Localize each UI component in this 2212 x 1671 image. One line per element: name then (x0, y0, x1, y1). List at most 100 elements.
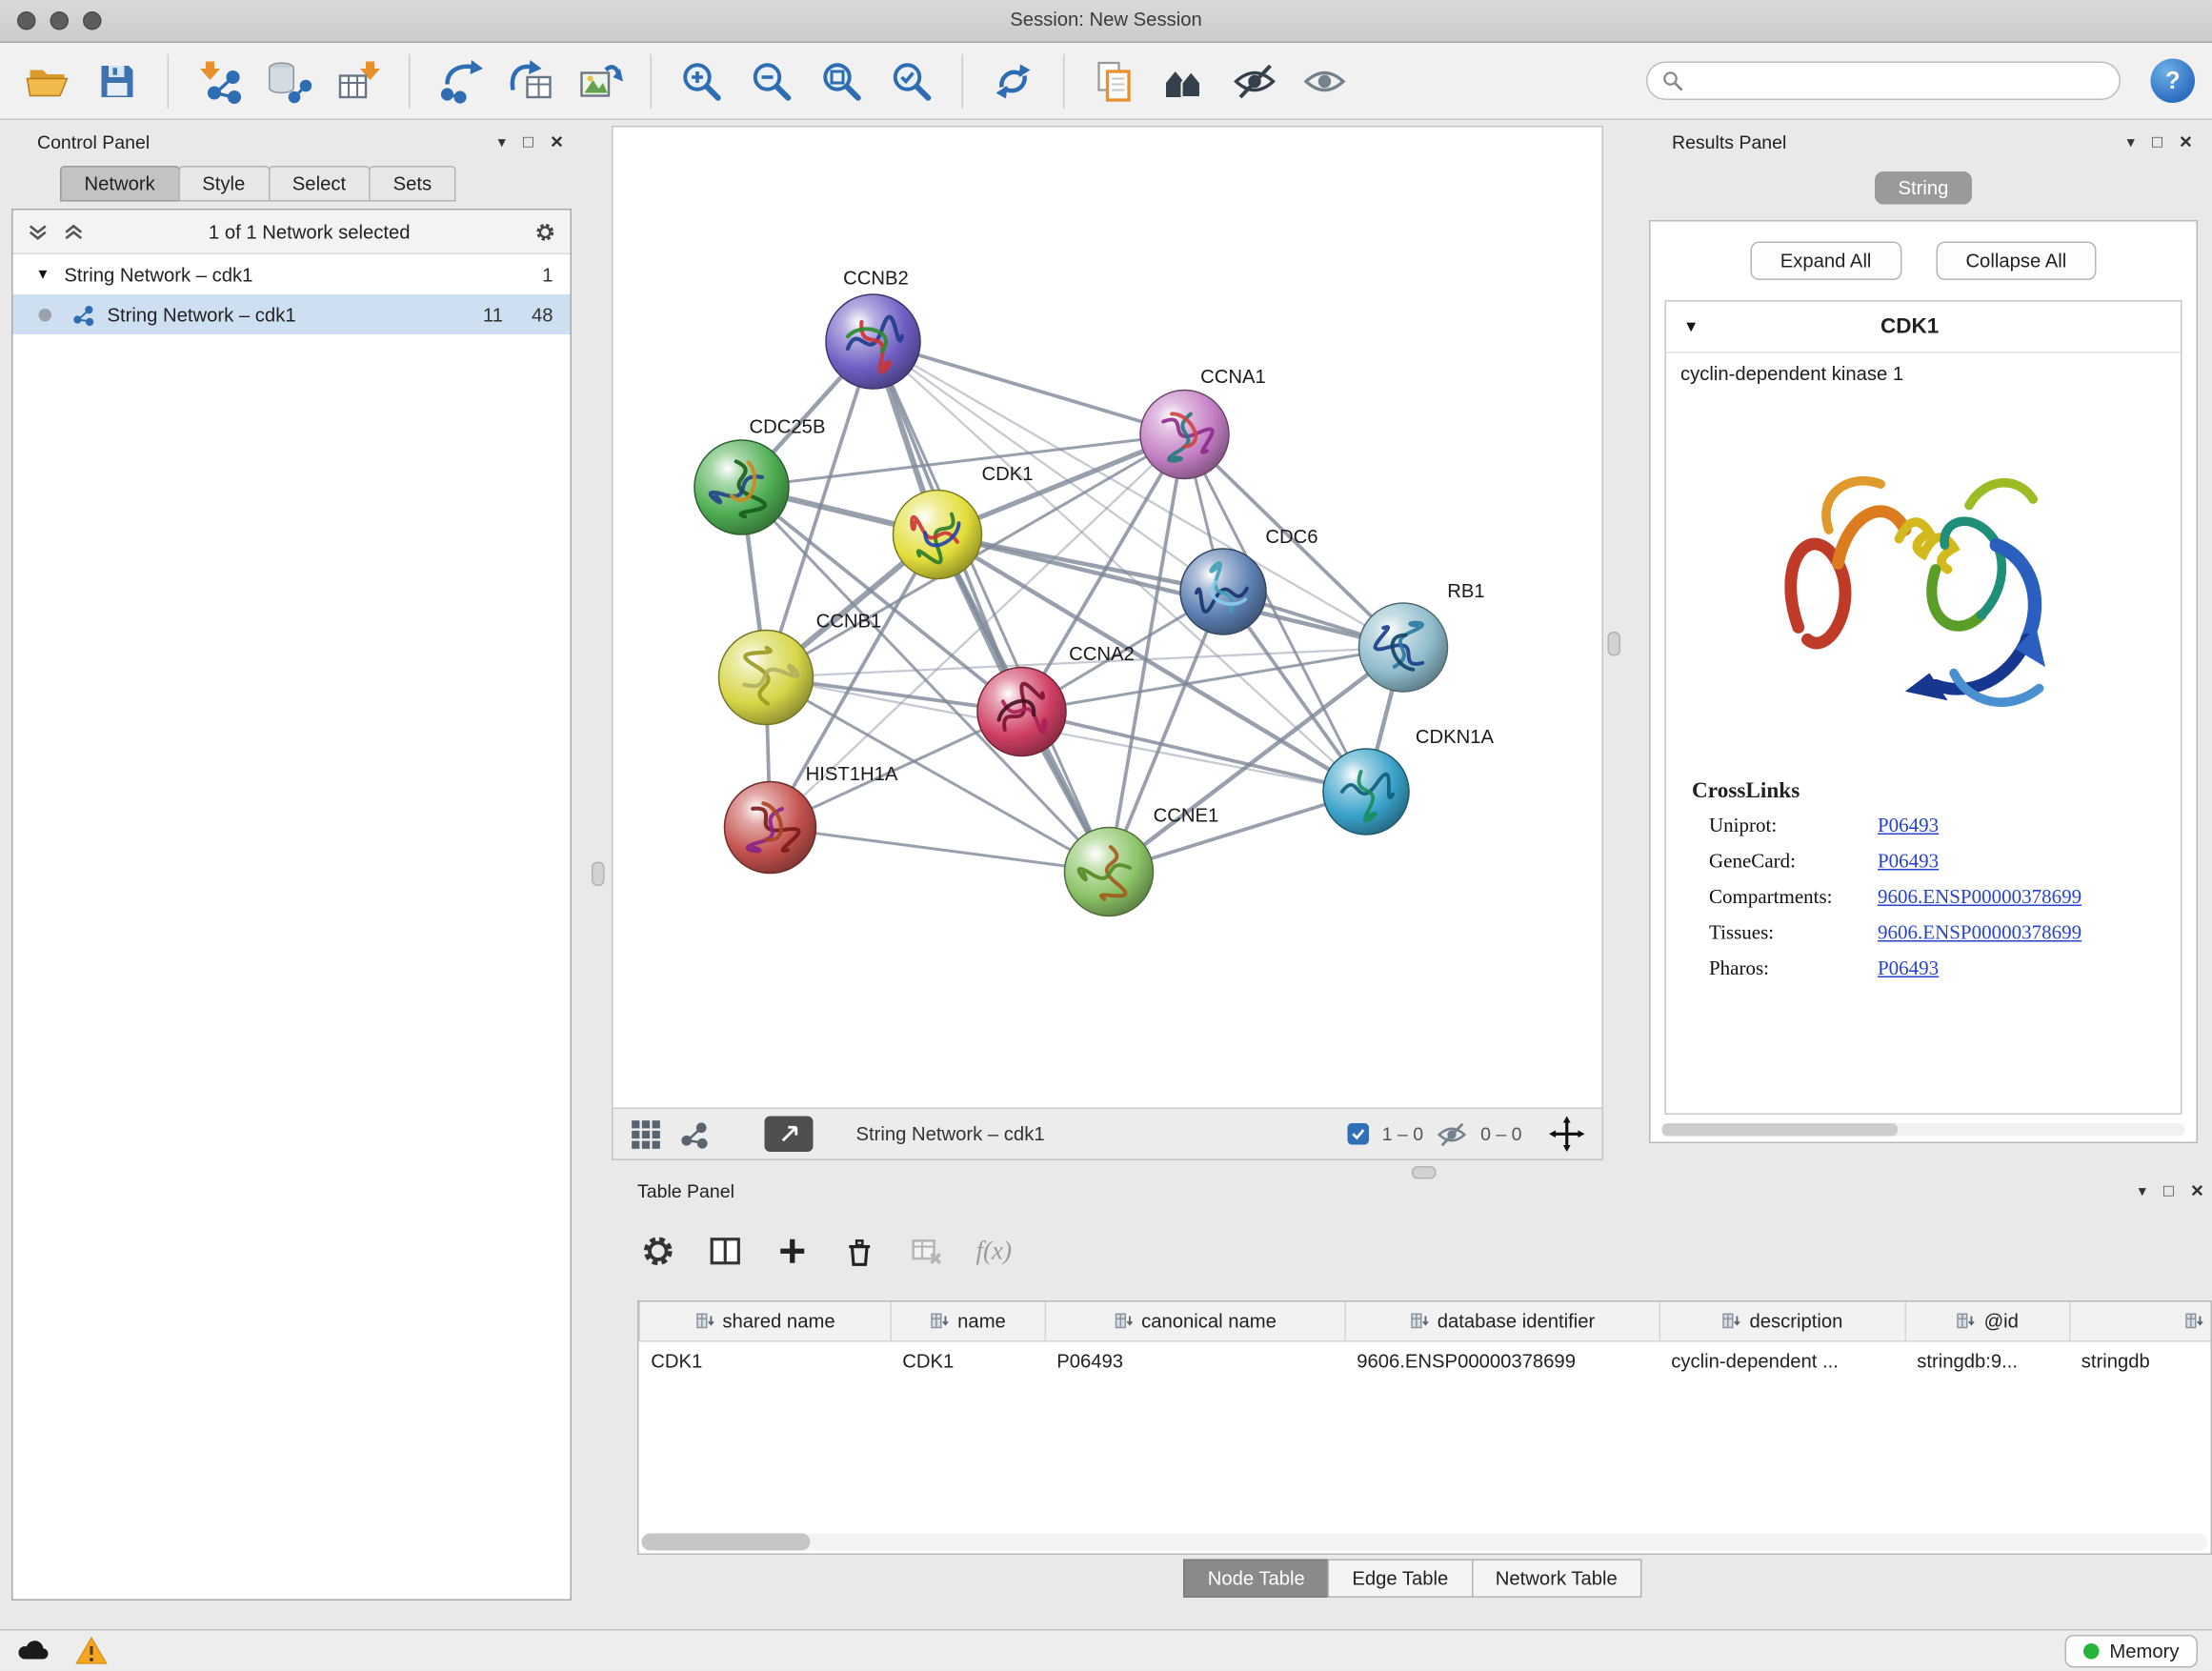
network-node-CCNB2[interactable] (826, 294, 920, 389)
zoom-fit-button[interactable] (812, 50, 872, 111)
close-panel-icon[interactable]: × (2191, 1178, 2203, 1203)
left-splitter-handle[interactable] (592, 862, 605, 887)
float-window-icon[interactable]: □ (523, 131, 533, 151)
network-node-CDKN1A[interactable] (1323, 749, 1409, 835)
toolbar-search[interactable] (1646, 62, 2121, 101)
column-header[interactable]: canonical name (1045, 1302, 1345, 1341)
bottom-splitter-handle[interactable] (1412, 1166, 1437, 1179)
cloud-icon[interactable] (14, 1634, 49, 1668)
tab-sets[interactable]: Sets (369, 166, 456, 202)
column-header[interactable]: shared name (639, 1302, 891, 1341)
cell-namespace[interactable]: stringdb (2070, 1341, 2212, 1380)
network-node-CCNB1[interactable] (719, 631, 814, 725)
expand-all-icon[interactable] (63, 221, 85, 243)
network-node-CCNA1[interactable] (1140, 391, 1229, 479)
column-header[interactable]: name (891, 1302, 1045, 1341)
string-tab-badge[interactable]: String (1876, 171, 1972, 205)
cell-database-identifier[interactable]: 9606.ENSP00000378699 (1345, 1341, 1659, 1380)
new-network-from-selection-button[interactable] (431, 50, 491, 111)
import-network-file-button[interactable] (189, 50, 249, 111)
memory-button[interactable]: Memory (2065, 1635, 2198, 1668)
export-image-button[interactable] (571, 50, 631, 111)
close-panel-icon[interactable]: × (551, 130, 563, 154)
column-header[interactable]: namespace (2070, 1302, 2212, 1341)
pan-crosshair-icon[interactable] (1549, 1117, 1585, 1153)
network-node-RB1[interactable] (1359, 603, 1448, 692)
tab-network-table[interactable]: Network Table (1471, 1560, 1641, 1599)
network-edge[interactable] (1022, 712, 1367, 792)
cell-shared-name[interactable]: CDK1 (639, 1341, 891, 1380)
delete-column-trash-icon[interactable] (842, 1233, 878, 1269)
pharos-link[interactable]: P06493 (1878, 959, 1939, 982)
network-node-CDC25B[interactable] (694, 440, 789, 534)
network-canvas[interactable]: CCNB2CCNA1CDC25BCDK1CDC6RB1CCNB1CCNA2CDK… (613, 128, 1602, 1108)
tab-network[interactable]: Network (60, 166, 179, 202)
warning-icon[interactable] (74, 1634, 109, 1668)
zoom-in-button[interactable] (672, 50, 732, 111)
column-header[interactable]: @id (1905, 1302, 2070, 1341)
collapse-all-icon[interactable] (28, 221, 50, 243)
tissues-link[interactable]: 9606.ENSP00000378699 (1878, 923, 2081, 946)
network-node-CCNE1[interactable] (1065, 828, 1154, 916)
right-splitter-handle[interactable] (1608, 632, 1621, 656)
gene-disclosure-icon[interactable]: ▼ (1683, 318, 1699, 335)
save-session-button[interactable] (88, 50, 148, 111)
new-table-from-network-button[interactable] (500, 50, 560, 111)
tab-select[interactable]: Select (268, 166, 370, 202)
table-settings-gear-icon[interactable] (640, 1233, 676, 1269)
open-session-button[interactable] (17, 50, 77, 111)
import-network-database-button[interactable] (259, 50, 319, 111)
network-node-HIST1H1A[interactable] (725, 782, 816, 874)
tab-node-table[interactable]: Node Table (1183, 1560, 1329, 1599)
cell-name[interactable]: CDK1 (891, 1341, 1045, 1380)
grid-view-icon[interactable] (631, 1118, 662, 1150)
import-table-button[interactable] (329, 50, 389, 111)
network-node-CCNA2[interactable] (977, 668, 1066, 756)
apply-layout-button[interactable] (983, 50, 1043, 111)
network-node-CDK1[interactable] (894, 491, 982, 579)
tab-style[interactable]: Style (178, 166, 270, 202)
search-input[interactable] (1692, 69, 2105, 93)
float-menu-icon[interactable]: ▾ (498, 132, 506, 151)
network-edge[interactable] (937, 534, 1403, 648)
add-column-plus-icon[interactable] (774, 1233, 811, 1269)
genecard-link[interactable]: P06493 (1878, 852, 1939, 875)
disclosure-triangle-icon[interactable]: ▼ (36, 267, 50, 283)
table-horizontal-scrollbar[interactable] (642, 1534, 2208, 1551)
float-window-icon[interactable]: □ (2152, 131, 2162, 151)
close-panel-icon[interactable]: × (2180, 130, 2192, 154)
network-edge[interactable] (874, 342, 1185, 435)
cell-canonical-name[interactable]: P06493 (1045, 1341, 1345, 1380)
detach-view-button[interactable] (765, 1117, 814, 1153)
cell-id[interactable]: stringdb:9... (1905, 1341, 2070, 1380)
network-node-CDC6[interactable] (1180, 549, 1266, 634)
collapse-all-button[interactable]: Collapse All (1936, 242, 2097, 281)
expand-all-button[interactable]: Expand All (1750, 242, 1901, 281)
table-row[interactable]: CDK1 CDK1 P06493 9606.ENSP00000378699 cy… (639, 1341, 2212, 1380)
column-header[interactable]: description (1659, 1302, 1905, 1341)
network-edge[interactable] (874, 342, 1110, 873)
selected-checkbox-icon[interactable] (1348, 1123, 1370, 1145)
birdseye-view-button[interactable] (1155, 50, 1215, 111)
show-columns-icon[interactable] (708, 1233, 744, 1269)
zoom-out-button[interactable] (742, 50, 802, 111)
network-row-selected[interactable]: String Network – cdk1 11 48 (13, 294, 571, 334)
uniprot-link[interactable]: P06493 (1878, 816, 1939, 839)
gear-icon[interactable] (534, 221, 556, 243)
cell-description[interactable]: cyclin-dependent ... (1659, 1341, 1905, 1380)
show-all-button[interactable] (1295, 50, 1355, 111)
help-button[interactable]: ? (2151, 59, 2196, 104)
network-collection-row[interactable]: ▼ String Network – cdk1 1 (13, 254, 571, 294)
float-window-icon[interactable]: □ (2163, 1180, 2174, 1200)
column-header[interactable]: database identifier (1345, 1302, 1659, 1341)
float-menu-icon[interactable]: ▾ (2127, 132, 2135, 151)
results-horizontal-scrollbar[interactable] (1662, 1123, 2185, 1137)
float-menu-icon[interactable]: ▾ (2139, 1181, 2146, 1200)
hide-selected-button[interactable] (1225, 50, 1285, 111)
compartments-link[interactable]: 9606.ENSP00000378699 (1878, 888, 2081, 911)
zoom-selected-button[interactable] (882, 50, 942, 111)
tab-edge-table[interactable]: Edge Table (1328, 1560, 1473, 1599)
export-document-button[interactable] (1085, 50, 1145, 111)
hidden-eye-slash-icon[interactable] (1437, 1118, 1468, 1150)
share-view-icon[interactable] (679, 1118, 711, 1150)
